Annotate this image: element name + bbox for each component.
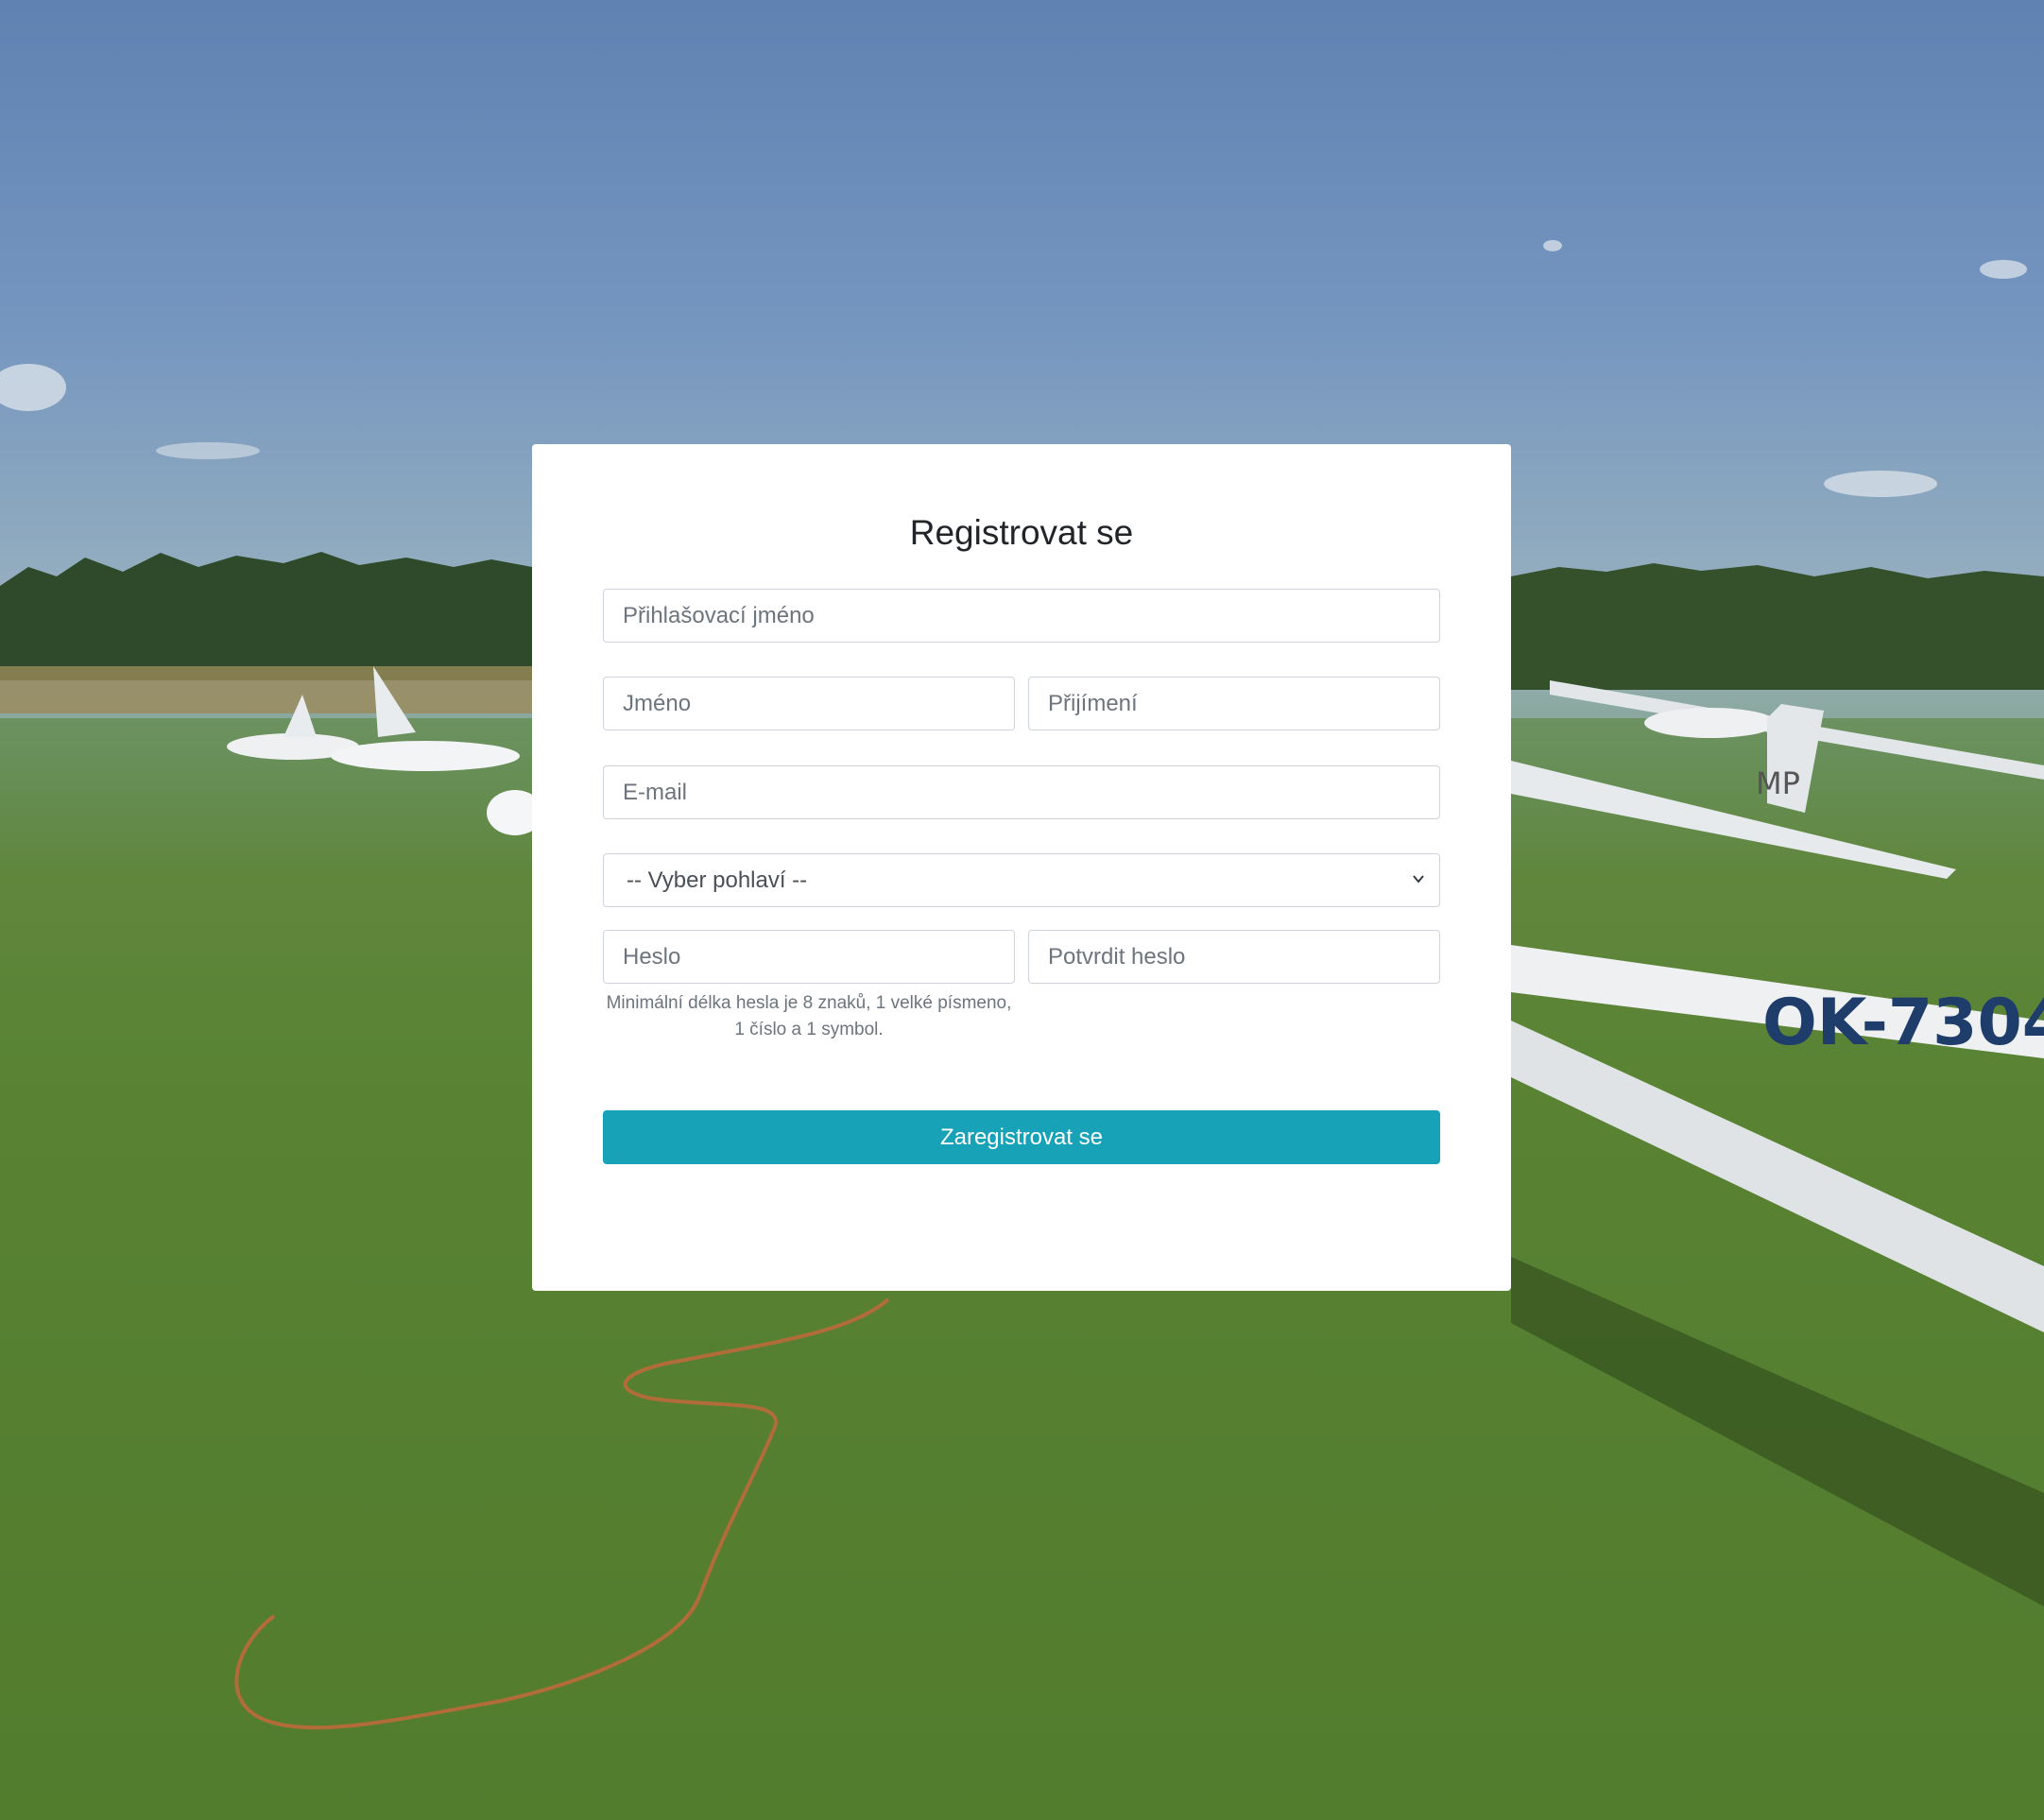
glider (331, 741, 520, 771)
cloud (1543, 240, 1562, 251)
password-hint-line1: Minimální délka hesla je 8 znaků, 1 velk… (606, 993, 1012, 1013)
cloud (1980, 260, 2027, 279)
registration-card: Registrovat se -- Vyber pohlaví -- Minim… (532, 444, 1511, 1291)
tree-line (0, 552, 532, 680)
chevron-down-icon (1413, 875, 1424, 884)
register-button[interactable]: Zaregistrovat se (603, 1110, 1440, 1164)
cloud (156, 442, 260, 459)
gender-select-value: -- Vyber pohlaví -- (627, 867, 808, 893)
firstname-input[interactable] (603, 677, 1015, 730)
glider-registration: OK-7304 (1762, 986, 2044, 1060)
cloud (0, 364, 66, 411)
lastname-input[interactable] (1028, 677, 1440, 730)
password-input[interactable] (603, 930, 1015, 984)
gender-select[interactable]: -- Vyber pohlaví -- (603, 853, 1440, 907)
confirm-password-input[interactable] (1028, 930, 1440, 984)
cloud (1824, 471, 1937, 497)
password-hint-line2: 1 číslo a 1 symbol. (734, 1020, 884, 1039)
glider-code: MP (1756, 765, 1800, 801)
field-strip (0, 666, 532, 713)
registration-page: MP OK-7304 Registrovat se -- Vyber pohla… (0, 0, 2044, 1820)
page-title: Registrovat se (909, 513, 1134, 552)
username-input[interactable] (603, 589, 1440, 643)
glider (1644, 708, 1777, 738)
email-input[interactable] (603, 765, 1440, 819)
password-hint: Minimální délka hesla je 8 znaků, 1 velk… (603, 990, 1015, 1043)
tree-line (1511, 563, 2044, 690)
